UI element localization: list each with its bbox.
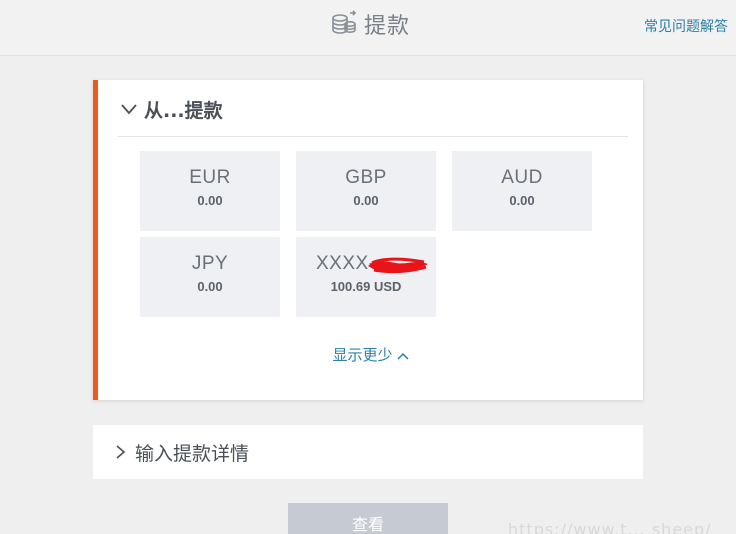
header: 提款 常见问题解答 <box>0 0 736 56</box>
faq-link[interactable]: 常见问题解答 <box>644 16 728 36</box>
show-less-link[interactable]: 显示更少 <box>98 344 643 365</box>
coins-icon <box>332 10 357 34</box>
review-button[interactable]: 查看 <box>288 503 448 534</box>
withdraw-details-toggle[interactable]: 输入提款详情 <box>111 439 249 465</box>
account-code: GBP <box>345 167 387 188</box>
account-tile-jpy[interactable]: JPY 0.00 <box>140 237 280 317</box>
account-amount: 100.69 USD <box>330 279 402 294</box>
redaction-scribble <box>368 257 428 274</box>
account-amount: 0.00 <box>353 193 379 208</box>
account-code: JPY <box>191 253 229 274</box>
account-code: EUR <box>189 167 231 188</box>
account-amount: 0.00 <box>197 193 223 208</box>
divider <box>118 136 628 137</box>
chevron-right-icon <box>116 445 126 459</box>
withdraw-page: 提款 常见问题解答 从...提款 EUR 0.00 GBP 0.00 AUD 0… <box>0 0 736 534</box>
withdraw-details-heading: 输入提款详情 <box>135 442 250 465</box>
account-tile-aud[interactable]: AUD 0.00 <box>452 151 592 231</box>
page-title: 提款 <box>364 14 411 39</box>
chevron-up-icon <box>396 352 409 360</box>
account-tile-eur[interactable]: EUR 0.00 <box>140 151 280 231</box>
chevron-down-icon <box>121 104 137 115</box>
review-button-label: 查看 <box>351 515 384 534</box>
account-amount: 0.00 <box>197 279 223 294</box>
account-code: AUD <box>501 167 543 188</box>
page-title-group: 提款 <box>330 8 410 40</box>
show-less-label: 显示更少 <box>332 346 393 364</box>
watermark: https://www.t... sheep/ <box>508 520 712 534</box>
withdraw-from-heading: 从...提款 <box>144 99 223 122</box>
withdraw-from-card: 从...提款 EUR 0.00 GBP 0.00 AUD 0.00 JPY 0.… <box>93 80 643 400</box>
account-tile-gbp[interactable]: GBP 0.00 <box>296 151 436 231</box>
withdraw-from-toggle[interactable]: 从...提款 <box>120 96 223 122</box>
withdraw-details-card[interactable]: 输入提款详情 <box>93 425 643 479</box>
account-tile-usd[interactable]: XXXX- 100.69 USD <box>296 237 436 317</box>
account-amount: 0.00 <box>509 193 535 208</box>
